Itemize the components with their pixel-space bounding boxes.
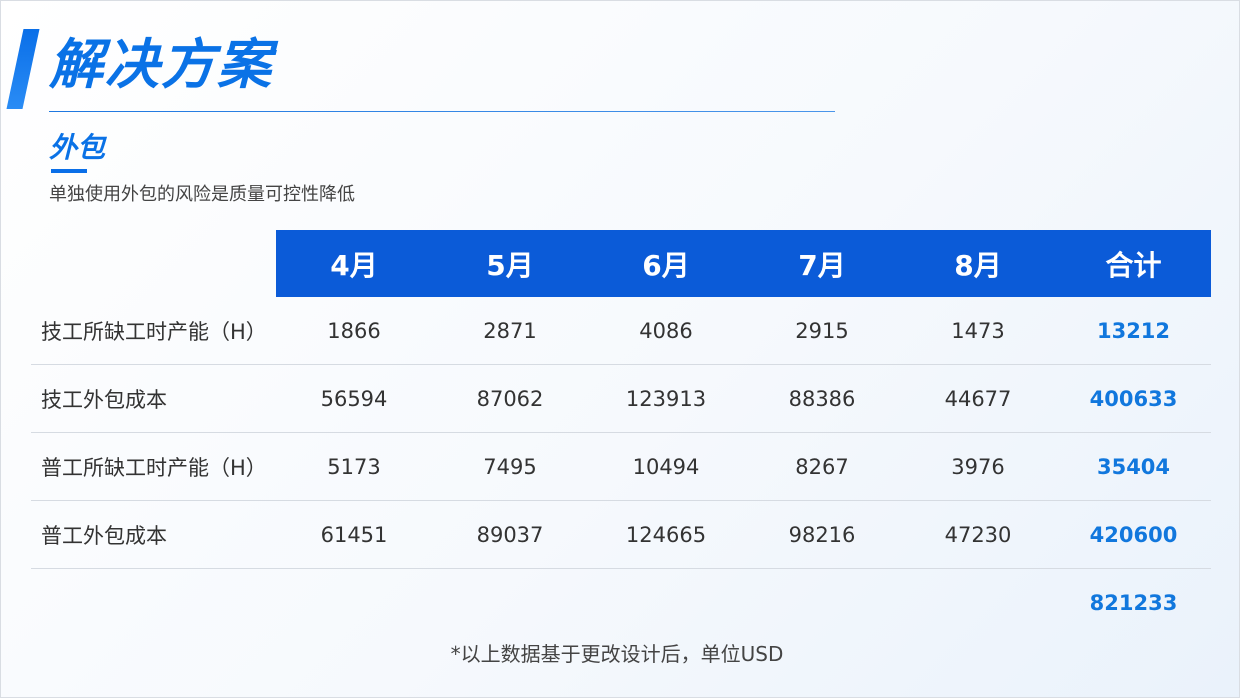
row-total: 13212 <box>1056 297 1211 365</box>
table-cell: 5173 <box>276 432 432 501</box>
footnote: *以上数据基于更改设计后，单位USD <box>450 642 784 666</box>
table-cell: 61451 <box>276 500 432 569</box>
table-cell: 124665 <box>588 500 744 569</box>
table-cell: 2915 <box>744 297 900 365</box>
subtitle-underline <box>51 169 87 173</box>
empty-cell <box>432 569 588 637</box>
empty-cell <box>900 569 1056 637</box>
slide: 解决方案 外包 单独使用外包的风险是质量可控性降低 4月 5月 6月 7月 8月… <box>0 0 1240 698</box>
table-cell: 87062 <box>432 364 588 433</box>
table-cell: 44677 <box>900 364 1056 433</box>
table-cell: 4086 <box>588 297 744 365</box>
table-cell: 2871 <box>432 297 588 365</box>
table-row: 普工所缺工时产能（H） 5173 7495 10494 8267 3976 35… <box>31 432 1211 501</box>
table-header-corner <box>31 230 276 297</box>
table-header-row: 4月 5月 6月 7月 8月 合计 <box>31 230 1211 297</box>
grand-total-row: 821233 <box>31 569 1211 637</box>
row-label: 技工所缺工时产能（H） <box>31 297 276 365</box>
row-label: 普工外包成本 <box>31 500 276 569</box>
section-subtitle: 外包 <box>49 131 106 164</box>
empty-cell <box>744 569 900 637</box>
row-total: 35404 <box>1056 432 1211 501</box>
empty-cell <box>31 569 276 637</box>
column-header-april: 4月 <box>276 230 432 297</box>
table-cell: 47230 <box>900 500 1056 569</box>
empty-cell <box>276 569 432 637</box>
section-description: 单独使用外包的风险是质量可控性降低 <box>49 184 355 205</box>
column-header-august: 8月 <box>900 230 1056 297</box>
grand-total: 821233 <box>1089 590 1178 615</box>
column-header-july: 7月 <box>744 230 900 297</box>
table-cell: 10494 <box>588 432 744 501</box>
table-cell: 88386 <box>744 364 900 433</box>
row-total: 420600 <box>1056 500 1211 569</box>
title-divider <box>49 111 835 112</box>
outsourcing-cost-table: 4月 5月 6月 7月 8月 合计 技工所缺工时产能（H） 1866 2871 … <box>31 230 1211 636</box>
table-cell: 3976 <box>900 432 1056 501</box>
table-cell: 98216 <box>744 500 900 569</box>
column-header-may: 5月 <box>432 230 588 297</box>
empty-cell <box>588 569 744 637</box>
table-cell: 89037 <box>432 500 588 569</box>
table-cell: 123913 <box>588 364 744 433</box>
column-header-total: 合计 <box>1056 230 1211 297</box>
row-total: 400633 <box>1056 364 1211 433</box>
table-cell: 7495 <box>432 432 588 501</box>
column-header-june: 6月 <box>588 230 744 297</box>
row-label: 普工所缺工时产能（H） <box>31 432 276 501</box>
table-row: 技工所缺工时产能（H） 1866 2871 4086 2915 1473 132… <box>31 297 1211 365</box>
table-row: 技工外包成本 56594 87062 123913 88386 44677 40… <box>31 364 1211 433</box>
table-cell: 1473 <box>900 297 1056 365</box>
table-row: 普工外包成本 61451 89037 124665 98216 47230 42… <box>31 500 1211 569</box>
table-cell: 56594 <box>276 364 432 433</box>
table-cell: 8267 <box>744 432 900 501</box>
table-cell: 1866 <box>276 297 432 365</box>
title-accent-bar <box>6 29 40 109</box>
row-label: 技工外包成本 <box>31 364 276 433</box>
page-title: 解决方案 <box>49 33 273 96</box>
